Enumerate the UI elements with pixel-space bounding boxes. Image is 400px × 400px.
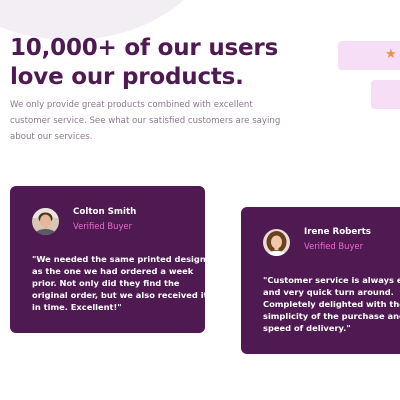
quote-line: as the one we had ordered a week: [32, 266, 194, 276]
reviewer-name: Colton Smith: [73, 207, 137, 217]
rating-badge: ★: [338, 41, 400, 70]
reviewer-name: Irene Roberts: [304, 227, 371, 237]
avatar: [32, 208, 59, 235]
quote-line: prior. Not only did they find the: [32, 278, 180, 288]
quote-line: Completely delighted with the: [263, 299, 400, 309]
page: 10,000+ of our users love our products. …: [0, 0, 400, 400]
intro-line-2: customer service. See what our satisfied…: [10, 115, 281, 126]
quote-line: "We needed the same printed design: [32, 254, 205, 264]
star-icon: ★: [385, 47, 397, 62]
verified-buyer-label: Verified Buyer: [73, 221, 133, 231]
avatar: [263, 229, 290, 256]
testimonial-quote: "Customer service is always excellent an…: [263, 274, 400, 334]
quote-line: original order, but we also received it: [32, 290, 205, 300]
intro-line-1: We only provide great products combined …: [10, 100, 253, 110]
verified-buyer-label: Verified Buyer: [304, 241, 364, 251]
avatar-portrait-icon: [32, 208, 59, 235]
page-title: 10,000+ of our users love our products.: [10, 34, 310, 92]
intro-text: We only provide great products combined …: [10, 98, 280, 145]
intro-line-3: about our services.: [10, 131, 93, 142]
quote-line: simplicity of the purchase and the: [263, 311, 400, 321]
quote-line: and very quick turn around.: [263, 287, 394, 297]
headline-line-1: 10,000+ of our users: [10, 35, 279, 61]
quote-line: in time. Excellent!": [32, 302, 122, 312]
testimonial-quote: "We needed the same printed design as th…: [32, 253, 205, 313]
testimonial-card: Irene Roberts Verified Buyer "Customer s…: [241, 207, 400, 354]
testimonial-card: Colton Smith Verified Buyer "We needed t…: [10, 186, 205, 333]
quote-line: speed of delivery.": [263, 323, 351, 333]
quote-line: "Customer service is always excellent: [263, 275, 400, 285]
headline-line-2: love our products.: [10, 64, 244, 90]
avatar-portrait-icon: [263, 229, 290, 256]
rating-badge-secondary: [371, 80, 400, 109]
